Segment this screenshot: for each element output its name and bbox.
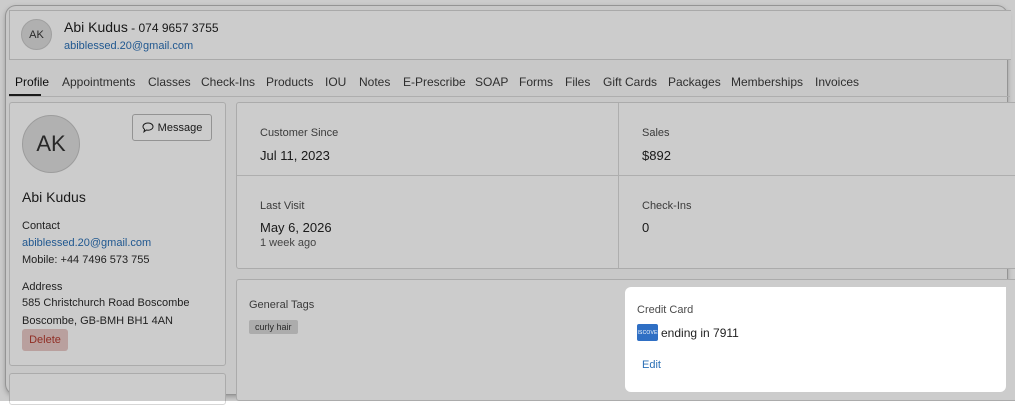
credit-card-panel: Credit Card DISCOVER ending in 7911 Edit [625, 287, 1006, 392]
discover-card-icon: DISCOVER [634, 324, 661, 341]
card-ending-text: ending in 7911 [661, 326, 739, 340]
edit-card-link[interactable]: Edit [642, 359, 661, 371]
credit-card-title: Credit Card [637, 304, 694, 316]
card-brand-text: DISCOVER [633, 329, 662, 336]
